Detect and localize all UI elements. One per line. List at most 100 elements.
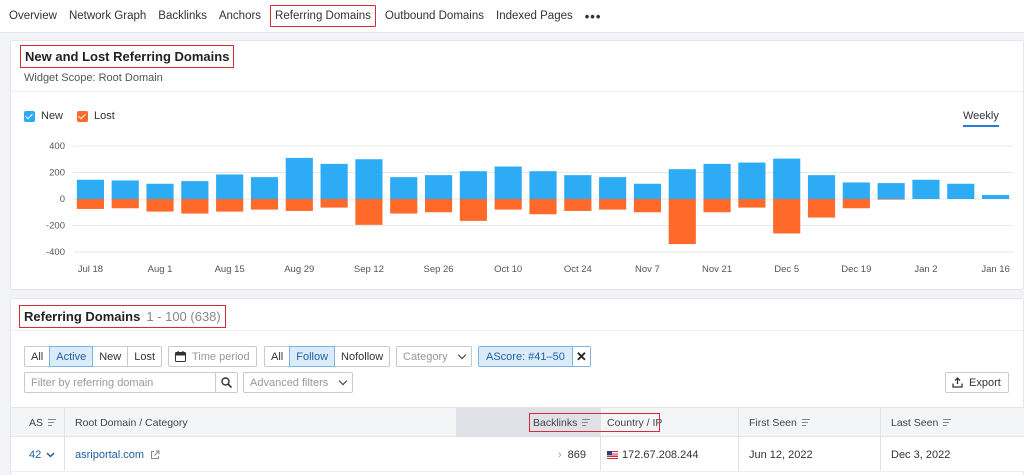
bar-new[interactable] <box>912 179 940 199</box>
search-button[interactable] <box>216 372 238 393</box>
column-separator <box>880 408 881 436</box>
column-separator <box>600 437 601 471</box>
bar-new[interactable] <box>424 175 453 199</box>
bar-lost[interactable] <box>494 199 522 210</box>
bar-new[interactable] <box>668 169 696 199</box>
bar-new[interactable] <box>947 183 975 199</box>
us-flag-icon <box>607 450 618 459</box>
bar-new[interactable] <box>877 183 905 199</box>
bar-lost[interactable] <box>424 199 453 213</box>
time-period-button[interactable]: Time period <box>168 346 257 367</box>
tab-network-graph[interactable]: Network Graph <box>66 5 149 27</box>
bar-lost[interactable] <box>181 199 209 214</box>
bar-new[interactable] <box>390 177 418 199</box>
bar-lost[interactable] <box>76 199 104 209</box>
col-last-seen[interactable]: Last Seen <box>891 408 952 437</box>
legend-lost[interactable]: Lost <box>77 110 115 122</box>
category-dropdown[interactable]: Category <box>396 346 472 367</box>
bar-new[interactable] <box>216 174 244 199</box>
follow-all-button[interactable]: All <box>264 346 291 367</box>
status-new-button[interactable]: New <box>92 346 129 367</box>
bar-lost[interactable] <box>216 199 244 212</box>
column-separator <box>738 437 739 471</box>
tab-bar: Overview Network Graph Backlinks Anchors… <box>0 0 1024 33</box>
status-lost-button[interactable]: Lost <box>127 346 163 367</box>
x-tick-label: Jan 16 <box>981 264 1010 275</box>
bar-new[interactable] <box>807 175 836 199</box>
bar-lost[interactable] <box>668 199 696 245</box>
export-button[interactable]: Export <box>945 372 1009 393</box>
nofollow-button[interactable]: Nofollow <box>334 346 391 367</box>
bar-new[interactable] <box>599 177 627 199</box>
bar-new[interactable] <box>982 195 1010 199</box>
bar-new[interactable] <box>529 171 557 199</box>
external-link-icon[interactable] <box>150 450 160 460</box>
domain-link[interactable]: asriportal.com <box>75 449 144 461</box>
status-active-button[interactable]: Active <box>49 346 94 367</box>
bar-lost[interactable] <box>564 199 592 211</box>
bar-new[interactable] <box>564 175 592 199</box>
bar-new[interactable] <box>181 181 209 199</box>
tab-indexed-pages[interactable]: Indexed Pages <box>493 5 576 27</box>
as-score[interactable]: 42 <box>29 437 55 472</box>
checkbox-lost-icon[interactable] <box>77 110 88 122</box>
bar-new[interactable] <box>355 159 383 199</box>
backlinks-cell[interactable]: › 869 <box>558 437 586 472</box>
bar-new[interactable] <box>459 171 487 199</box>
bar-new[interactable] <box>703 163 731 199</box>
bar-lost[interactable] <box>459 199 487 221</box>
bar-new[interactable] <box>738 162 766 199</box>
checkbox-new-icon[interactable] <box>24 110 35 122</box>
tab-outbound-domains[interactable]: Outbound Domains <box>382 5 487 27</box>
tab-referring-domains[interactable]: Referring Domains <box>270 5 376 27</box>
close-icon[interactable]: ✕ <box>571 347 590 366</box>
ascore-filter-chip[interactable]: AScore: #41–50 ✕ <box>478 346 591 367</box>
x-tick-label: Dec 19 <box>841 264 871 275</box>
bar-lost[interactable] <box>738 199 766 208</box>
col-root-domain[interactable]: Root Domain / Category <box>75 408 188 437</box>
chevron-down-icon <box>338 376 348 386</box>
bar-new[interactable] <box>146 183 174 199</box>
bar-lost[interactable] <box>111 199 139 209</box>
search-input[interactable] <box>24 372 217 393</box>
bar-new[interactable] <box>285 157 313 199</box>
bar-lost[interactable] <box>633 199 662 213</box>
period-weekly-tab[interactable]: Weekly <box>963 110 999 127</box>
bar-lost[interactable] <box>842 199 870 209</box>
bar-lost[interactable] <box>703 199 731 213</box>
bar-lost[interactable] <box>807 199 836 218</box>
tab-overview[interactable]: Overview <box>6 5 60 27</box>
tab-backlinks[interactable]: Backlinks <box>155 5 210 27</box>
bar-lost[interactable] <box>599 199 627 210</box>
bar-new[interactable] <box>111 180 139 199</box>
chevron-right-icon: › <box>558 448 562 461</box>
bar-new[interactable] <box>633 183 662 199</box>
bar-new[interactable] <box>842 182 870 199</box>
more-tabs-icon[interactable]: ••• <box>582 4 605 29</box>
legend-new[interactable]: New <box>24 110 63 122</box>
search-icon <box>221 377 233 388</box>
bar-new[interactable] <box>773 158 801 199</box>
x-tick-label: Jul 18 <box>78 264 103 275</box>
bar-lost[interactable] <box>250 199 279 210</box>
bar-lost[interactable] <box>355 199 383 225</box>
follow-button[interactable]: Follow <box>289 346 336 367</box>
col-root-domain-label: Root Domain / Category <box>75 416 188 429</box>
status-all-button[interactable]: All <box>24 346 51 367</box>
category-label: Category <box>403 350 448 363</box>
bar-new[interactable] <box>76 179 104 199</box>
bar-lost[interactable] <box>390 199 418 214</box>
bar-lost[interactable] <box>877 199 905 200</box>
tab-anchors[interactable]: Anchors <box>216 5 264 27</box>
bar-lost[interactable] <box>773 199 801 234</box>
bar-lost[interactable] <box>320 199 348 208</box>
bar-new[interactable] <box>494 166 522 199</box>
bar-new[interactable] <box>320 163 348 199</box>
bar-lost[interactable] <box>529 199 557 215</box>
bar-lost[interactable] <box>146 199 174 212</box>
col-as[interactable]: AS <box>29 408 57 437</box>
bar-lost[interactable] <box>285 199 313 211</box>
bar-new[interactable] <box>250 177 279 199</box>
advanced-filters-dropdown[interactable]: Advanced filters <box>243 372 353 393</box>
col-first-seen[interactable]: First Seen <box>749 408 810 437</box>
